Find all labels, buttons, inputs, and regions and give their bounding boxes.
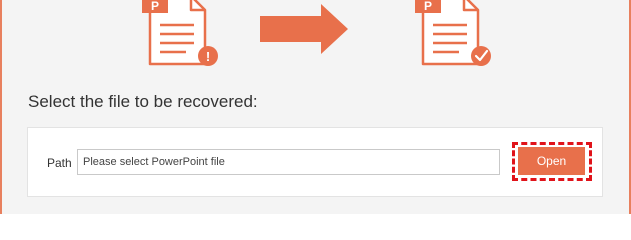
path-label: Path (47, 156, 72, 170)
recovery-illustration: P ! P (142, 0, 491, 66)
path-input[interactable] (77, 149, 500, 175)
error-icon: ! (198, 46, 218, 66)
corrupted-file-icon: P ! (142, 0, 218, 66)
recovered-file-icon: P (415, 0, 491, 66)
page-title: Select the file to be recovered: (28, 92, 258, 111)
powerpoint-badge-letter: P (151, 0, 159, 13)
powerpoint-badge-letter: P (424, 0, 432, 13)
open-button[interactable]: Open (518, 147, 585, 175)
svg-text:!: ! (206, 49, 210, 64)
arrow-right-icon (260, 4, 348, 54)
checkmark-icon (471, 46, 491, 66)
